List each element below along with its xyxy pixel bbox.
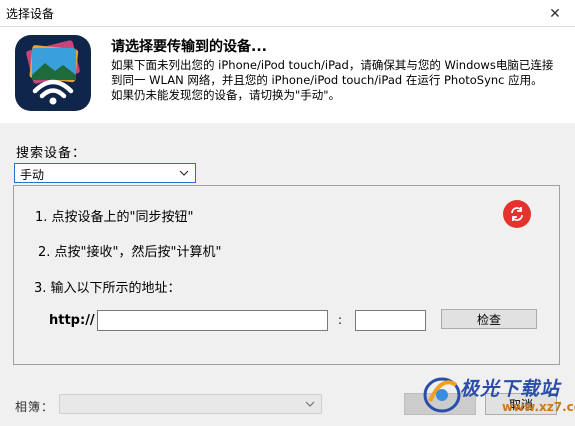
port-input[interactable] [355, 310, 426, 331]
window-title: 选择设备 [6, 7, 55, 21]
watermark-logo-icon [423, 377, 461, 413]
site-watermark: 极光下载站 www.xz7.com [420, 369, 575, 425]
instruction-line: 如果仍未能发现您的设备，请切换为"手动"。 [111, 88, 341, 102]
instruction-line: 如果下面未列出您的 iPhone/iPod touch/iPad，请确保其与您的… [111, 58, 554, 72]
close-icon[interactable]: ✕ [535, 0, 575, 27]
refresh-icon[interactable] [503, 200, 531, 228]
search-devices-label: 搜索设备： [16, 146, 87, 161]
instruction-line: 到同一 WLAN 网络，并且您的 iPhone/iPod touch/iPad … [111, 73, 543, 87]
chevron-down-icon [305, 401, 315, 407]
album-select[interactable] [59, 394, 322, 414]
photosync-app-icon [15, 35, 91, 111]
check-button[interactable]: 检查 [441, 309, 537, 329]
step-1-text: 1. 点按设备上的"同步按钮" [35, 210, 194, 225]
device-mode-value: 手动 [20, 168, 45, 182]
step-2-text: 2. 点按"接收"，然后按"计算机" [38, 245, 222, 260]
dialog-instructions: 如果下面未列出您的 iPhone/iPod touch/iPad，请确保其与您的… [111, 58, 563, 103]
album-label: 相簿： [15, 400, 55, 414]
watermark-url: www.xz7.com [502, 400, 575, 414]
ip-address-input[interactable] [97, 310, 328, 331]
http-prefix-label: http:// [49, 313, 95, 328]
title-bar: 选择设备 ✕ [0, 0, 575, 27]
port-separator: : [338, 313, 343, 327]
watermark-text: 极光下载站 [460, 378, 561, 400]
dialog-heading: 请选择要传输到的设备... [111, 39, 267, 55]
device-mode-select[interactable]: 手动 [14, 163, 196, 183]
chevron-down-icon [179, 170, 189, 176]
dialog-header: 请选择要传输到的设备... 如果下面未列出您的 iPhone/iPod touc… [0, 27, 575, 123]
step-3-text: 3. 输入以下所示的地址： [34, 281, 181, 296]
